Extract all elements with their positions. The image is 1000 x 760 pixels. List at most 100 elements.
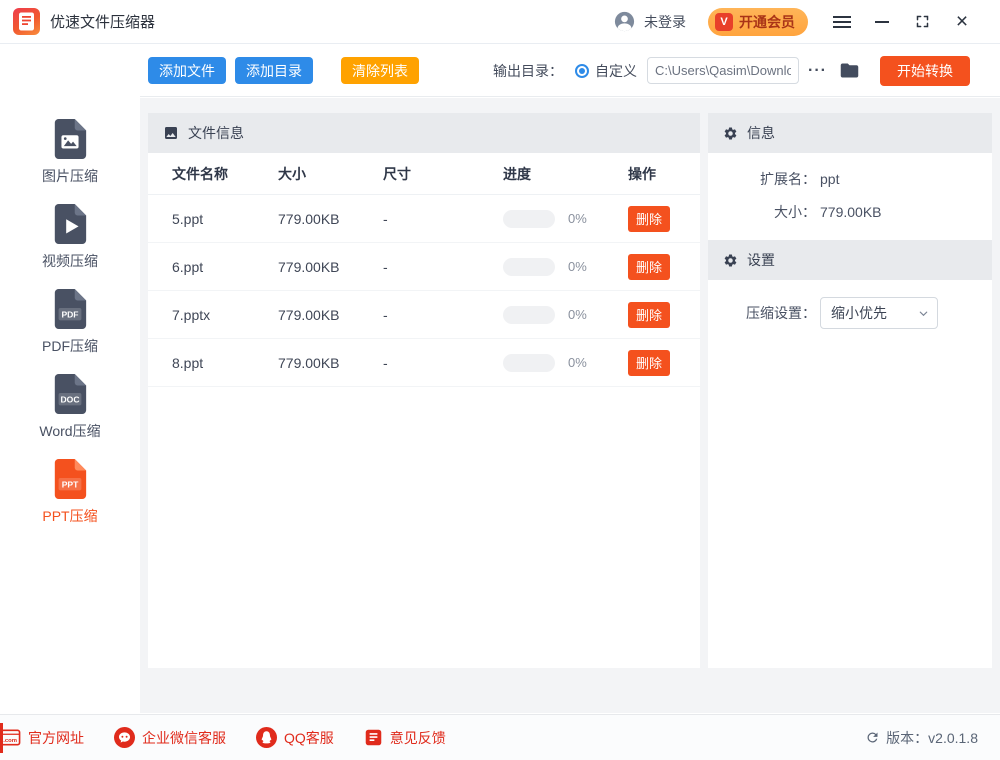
settings-panel-title: 设置 bbox=[747, 250, 775, 270]
hamburger-icon bbox=[833, 21, 851, 23]
refresh-icon bbox=[865, 730, 880, 745]
file-name-cell: 6.ppt bbox=[148, 259, 278, 275]
progress-cell: 0% bbox=[503, 258, 628, 276]
svg-text:.com: .com bbox=[3, 738, 17, 744]
clear-list-button[interactable]: 清除列表 bbox=[341, 57, 419, 84]
app-window: 优速文件压缩器 未登录 V 开通会员 bbox=[0, 0, 1000, 760]
progress-percent: 0% bbox=[568, 307, 587, 322]
sidebar-item-pdf-compress[interactable]: PDF PDF压缩 bbox=[0, 288, 140, 373]
action-cell: 删除 bbox=[628, 350, 700, 376]
menu-button[interactable] bbox=[822, 5, 862, 39]
svg-text:DOC: DOC bbox=[61, 395, 80, 405]
minimize-icon bbox=[875, 21, 889, 23]
add-file-button[interactable]: 添加文件 bbox=[148, 57, 226, 84]
svg-text:PDF: PDF bbox=[61, 310, 78, 320]
folder-icon bbox=[839, 60, 860, 81]
window-controls: × bbox=[822, 5, 982, 39]
footer-link-label: QQ客服 bbox=[284, 728, 334, 748]
file-size-cell: 779.00KB bbox=[278, 259, 383, 275]
qq-support-link[interactable]: QQ客服 bbox=[256, 727, 334, 748]
compression-setting-label: 压缩设置： bbox=[708, 303, 816, 323]
action-cell: 删除 bbox=[628, 254, 700, 280]
sidebar-item-label: Word压缩 bbox=[39, 421, 100, 441]
gear-icon bbox=[723, 126, 738, 141]
login-status[interactable]: 未登录 bbox=[644, 12, 686, 32]
settings-panel-header: 设置 bbox=[708, 240, 992, 280]
output-path-input[interactable] bbox=[647, 57, 799, 84]
progress-percent: 0% bbox=[568, 259, 587, 274]
footer-link-label: 官方网址 bbox=[28, 728, 84, 748]
table-row: 8.ppt 779.00KB - 0% 删除 bbox=[148, 339, 700, 387]
app-logo-icon bbox=[13, 8, 40, 35]
progress-cell: 0% bbox=[503, 210, 628, 228]
close-icon: × bbox=[956, 11, 968, 32]
compression-setting-row: 压缩设置： 缩小优先 bbox=[708, 297, 992, 329]
file-size-cell: 779.00KB bbox=[278, 307, 383, 323]
start-convert-button[interactable]: 开始转换 bbox=[880, 56, 970, 86]
sidebar-item-ppt-compress[interactable]: PPT PPT压缩 bbox=[0, 458, 140, 543]
close-button[interactable]: × bbox=[942, 5, 982, 39]
gear-icon bbox=[723, 253, 738, 268]
file-name-cell: 7.pptx bbox=[148, 307, 278, 323]
col-filename: 文件名称 bbox=[148, 164, 278, 184]
file-name-cell: 5.ppt bbox=[148, 211, 278, 227]
footer: .com 官方网址 企业微信客服 QQ客服 bbox=[0, 714, 1000, 760]
file-size-cell: 779.00KB bbox=[278, 211, 383, 227]
action-cell: 删除 bbox=[628, 206, 700, 232]
delete-button[interactable]: 删除 bbox=[628, 206, 670, 232]
delete-button[interactable]: 删除 bbox=[628, 302, 670, 328]
compression-setting-value: 缩小优先 bbox=[831, 303, 918, 323]
video-file-icon bbox=[51, 203, 89, 245]
table-row: 5.ppt 779.00KB - 0% 删除 bbox=[148, 195, 700, 243]
sidebar-item-word-compress[interactable]: DOC Word压缩 bbox=[0, 373, 140, 458]
toolbar: 添加文件 添加目录 清除列表 输出目录： 自定义 ··· 开始转换 bbox=[140, 45, 1000, 97]
progress-bar bbox=[503, 210, 555, 228]
file-name-cell: 8.ppt bbox=[148, 355, 278, 371]
vip-button[interactable]: V 开通会员 bbox=[708, 8, 808, 36]
progress-percent: 0% bbox=[568, 211, 587, 226]
file-size-cell: 779.00KB bbox=[278, 355, 383, 371]
minimize-button[interactable] bbox=[862, 5, 902, 39]
official-website-link[interactable]: .com 官方网址 bbox=[0, 727, 84, 748]
feedback-icon bbox=[364, 728, 383, 747]
delete-button[interactable]: 删除 bbox=[628, 350, 670, 376]
extension-label: 扩展名： bbox=[708, 169, 816, 189]
sidebar-item-label: PPT压缩 bbox=[42, 506, 97, 526]
image-icon bbox=[163, 125, 179, 141]
vip-icon: V bbox=[715, 13, 733, 31]
file-panel-header: 文件信息 bbox=[148, 113, 700, 153]
sidebar-item-image-compress[interactable]: 图片压缩 bbox=[0, 118, 140, 203]
maximize-icon bbox=[915, 14, 930, 29]
maximize-button[interactable] bbox=[902, 5, 942, 39]
feedback-link[interactable]: 意见反馈 bbox=[364, 728, 446, 748]
col-dimension: 尺寸 bbox=[383, 164, 503, 184]
custom-output-label: 自定义 bbox=[595, 61, 637, 81]
add-directory-button[interactable]: 添加目录 bbox=[235, 57, 313, 84]
progress-bar bbox=[503, 306, 555, 324]
size-value: 779.00KB bbox=[820, 204, 882, 220]
compression-setting-select[interactable]: 缩小优先 bbox=[820, 297, 938, 329]
extension-value: ppt bbox=[820, 171, 839, 187]
progress-bar bbox=[503, 258, 555, 276]
size-label: 大小： bbox=[708, 202, 816, 222]
delete-button[interactable]: 删除 bbox=[628, 254, 670, 280]
custom-output-radio[interactable] bbox=[575, 64, 589, 78]
info-panel-body: 扩展名： ppt 大小： 779.00KB bbox=[708, 153, 992, 222]
user-avatar-icon[interactable] bbox=[613, 10, 636, 33]
open-folder-button[interactable] bbox=[839, 60, 860, 81]
output-directory-group: 输出目录： 自定义 ··· 开始转换 bbox=[493, 56, 1000, 86]
chevron-down-icon bbox=[918, 308, 929, 319]
progress-cell: 0% bbox=[503, 306, 628, 324]
info-panel-title: 信息 bbox=[747, 123, 775, 143]
sidebar-item-video-compress[interactable]: 视频压缩 bbox=[0, 203, 140, 288]
progress-cell: 0% bbox=[503, 354, 628, 372]
wechat-icon bbox=[114, 727, 135, 748]
sidebar: 图片压缩 视频压缩 PDF PDF压缩 DOC bbox=[0, 45, 140, 713]
version-text: 版本：v2.0.1.8 bbox=[886, 728, 978, 748]
browse-more-button[interactable]: ··· bbox=[808, 62, 827, 80]
action-cell: 删除 bbox=[628, 302, 700, 328]
svg-text:PPT: PPT bbox=[62, 480, 79, 490]
output-directory-label: 输出目录： bbox=[493, 61, 563, 81]
titlebar: 优速文件压缩器 未登录 V 开通会员 bbox=[0, 0, 1000, 44]
wechat-support-link[interactable]: 企业微信客服 bbox=[114, 727, 226, 748]
